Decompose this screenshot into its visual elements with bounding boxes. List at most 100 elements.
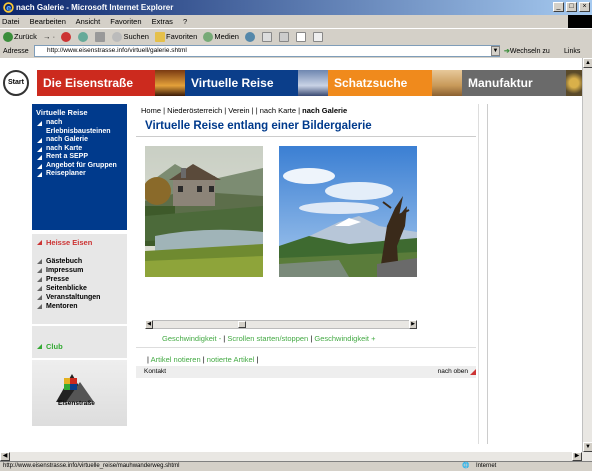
stop-button[interactable] bbox=[61, 29, 72, 45]
gallery-photo-mountains[interactable] bbox=[279, 146, 417, 277]
heisse-eisen-link[interactable]: Heisse Eisen bbox=[36, 238, 123, 247]
edit-button[interactable] bbox=[296, 29, 307, 45]
ie-logo-icon: e bbox=[3, 2, 14, 13]
nav-virtuelle-reise[interactable]: Virtuelle Reise bbox=[185, 70, 298, 96]
site-header: Die Eisenstraße Virtuelle Reise Schatzsu… bbox=[0, 70, 582, 96]
column-divider bbox=[478, 104, 479, 444]
discuss-button[interactable] bbox=[313, 29, 324, 45]
horizontal-scrollbar[interactable]: ◀ ▶ bbox=[0, 452, 592, 461]
address-dropdown-button[interactable]: ▼ bbox=[491, 46, 500, 56]
nach-oben-link[interactable]: nach oben bbox=[438, 366, 477, 378]
gallery-scrollbar[interactable]: ◀ ▶ bbox=[145, 320, 417, 329]
logo-text: Eisenstraße bbox=[58, 400, 95, 407]
link-mentoren[interactable]: Mentoren bbox=[36, 302, 123, 311]
notierte-artikel-link[interactable]: notierte Artikel bbox=[207, 355, 255, 364]
footer-bar: Kontakt nach oben bbox=[136, 366, 477, 378]
breadcrumb-home[interactable]: Home bbox=[141, 106, 161, 115]
gallery-scroll-right-icon[interactable]: ▶ bbox=[409, 320, 417, 329]
print-icon bbox=[279, 32, 290, 43]
gallery-photo-house[interactable] bbox=[145, 146, 263, 277]
left-nav-heisse-eisen: Heisse Eisen Gästebuch Impressum Presse … bbox=[32, 234, 127, 324]
back-button[interactable]: Zurück bbox=[3, 29, 37, 45]
club-section: Club bbox=[32, 326, 127, 358]
link-presse[interactable]: Presse bbox=[36, 275, 123, 284]
forward-button[interactable]: → · bbox=[43, 29, 55, 45]
left-nav-item-gruppen[interactable]: Angebot für Gruppen bbox=[36, 162, 123, 171]
breadcrumb-verein[interactable]: Verein bbox=[228, 106, 249, 115]
breadcrumb-current: nach Galerie bbox=[302, 106, 348, 115]
speed-plus-link[interactable]: Geschwindigkeit + bbox=[314, 334, 375, 343]
history-button[interactable] bbox=[245, 29, 256, 45]
vertical-scrollbar[interactable]: ▲ ▼ bbox=[582, 58, 592, 452]
breadcrumb-region[interactable]: Niederösterreich bbox=[167, 106, 222, 115]
left-nav-virtuelle-reise: Virtuelle Reise nach Erlebnisbausteinen … bbox=[32, 104, 127, 230]
nav-image-sky bbox=[298, 70, 328, 96]
breadcrumb-karte[interactable]: nach Karte bbox=[260, 106, 296, 115]
left-nav-item-reiseplaner[interactable]: Reiseplaner bbox=[36, 170, 123, 179]
speed-controls: Geschwindigkeit - | Scrollen starten/sto… bbox=[162, 334, 376, 343]
mail-icon bbox=[262, 32, 273, 43]
link-gaestebuch[interactable]: Gästebuch bbox=[36, 257, 123, 266]
favorites-icon bbox=[155, 32, 166, 43]
search-icon bbox=[112, 32, 123, 43]
nav-manufaktur[interactable]: Manufaktur bbox=[462, 70, 566, 96]
menu-datei[interactable]: Datei bbox=[2, 17, 20, 26]
club-link[interactable]: Club bbox=[36, 342, 123, 351]
menu-help[interactable]: ? bbox=[183, 17, 187, 26]
scroll-left-icon[interactable]: ◀ bbox=[0, 452, 10, 461]
close-button[interactable]: × bbox=[579, 2, 590, 12]
menu-ansicht[interactable]: Ansicht bbox=[76, 17, 101, 26]
gallery-scroll-thumb[interactable] bbox=[238, 321, 246, 328]
home-button[interactable] bbox=[95, 29, 106, 45]
print-button[interactable] bbox=[279, 29, 290, 45]
scroll-up-icon[interactable]: ▲ bbox=[583, 58, 592, 68]
menu-extras[interactable]: Extras bbox=[152, 17, 173, 26]
address-label: Adresse bbox=[3, 48, 29, 55]
status-bar: http://www.eisenstrasse.info/virtuelle_r… bbox=[0, 461, 592, 470]
menu-bar: Datei Bearbeiten Ansicht Favoriten Extra… bbox=[0, 15, 592, 28]
scroll-down-icon[interactable]: ▼ bbox=[583, 442, 592, 452]
minimize-button[interactable]: _ bbox=[553, 2, 564, 12]
favorites-button[interactable]: Favoriten bbox=[155, 29, 197, 45]
left-nav-item-galerie[interactable]: nach Galerie bbox=[36, 136, 123, 145]
search-button[interactable]: Suchen bbox=[112, 29, 149, 45]
column-divider bbox=[487, 104, 488, 444]
nav-schatzsuche[interactable]: Schatzsuche bbox=[328, 70, 432, 96]
divider bbox=[136, 347, 476, 348]
divider bbox=[136, 136, 476, 137]
nav-eisenstrasse[interactable]: Die Eisenstraße bbox=[37, 70, 155, 96]
eisenstrasse-logo[interactable] bbox=[32, 360, 127, 426]
link-impressum[interactable]: Impressum bbox=[36, 266, 123, 275]
left-nav-item-erlebnisbausteine[interactable]: nach Erlebnisbausteinen bbox=[36, 119, 123, 136]
artikel-notieren-link[interactable]: Artikel notieren bbox=[151, 355, 201, 364]
refresh-button[interactable] bbox=[78, 29, 89, 45]
history-icon bbox=[245, 32, 256, 43]
media-icon bbox=[203, 32, 214, 43]
scroll-right-icon[interactable]: ▶ bbox=[572, 452, 582, 461]
address-input[interactable]: http://www.eisenstrasse.info/virtuell/ga… bbox=[34, 45, 500, 57]
speed-minus-link[interactable]: Geschwindigkeit - bbox=[162, 334, 221, 343]
refresh-icon bbox=[78, 32, 89, 43]
window-title: nach Galerie - Microsoft Internet Explor… bbox=[0, 0, 592, 15]
link-veranstaltungen[interactable]: Veranstaltungen bbox=[36, 293, 123, 302]
menu-bearbeiten[interactable]: Bearbeiten bbox=[30, 17, 66, 26]
breadcrumb: Home | Niederösterreich | Verein | | nac… bbox=[141, 106, 348, 115]
links-button[interactable]: Links bbox=[564, 46, 580, 57]
gallery-scroll-left-icon[interactable]: ◀ bbox=[145, 320, 153, 329]
left-nav-item-karte[interactable]: nach Karte bbox=[36, 145, 123, 154]
stop-icon bbox=[61, 32, 72, 43]
back-arrow-icon bbox=[3, 32, 13, 43]
status-url: http://www.eisenstrasse.info/virtuelle_r… bbox=[3, 463, 180, 469]
mail-button[interactable] bbox=[262, 29, 273, 45]
link-seitenblicke[interactable]: Seitenblicke bbox=[36, 284, 123, 293]
page-viewport: Die Eisenstraße Virtuelle Reise Schatzsu… bbox=[0, 58, 582, 452]
start-button[interactable]: Start bbox=[3, 70, 29, 96]
scroll-toggle-link[interactable]: Scrollen starten/stoppen bbox=[227, 334, 308, 343]
left-nav-item-rent-a-sepp[interactable]: Rent a SEPP bbox=[36, 153, 123, 162]
go-button[interactable]: ➔Wechseln zu bbox=[504, 46, 550, 57]
media-button[interactable]: Medien bbox=[203, 29, 239, 45]
menu-favoriten[interactable]: Favoriten bbox=[110, 17, 141, 26]
maximize-button[interactable]: □ bbox=[566, 2, 577, 12]
toolbar: Zurück → · Suchen Favoriten Medien bbox=[0, 28, 592, 44]
kontakt-link[interactable]: Kontakt bbox=[144, 368, 166, 375]
